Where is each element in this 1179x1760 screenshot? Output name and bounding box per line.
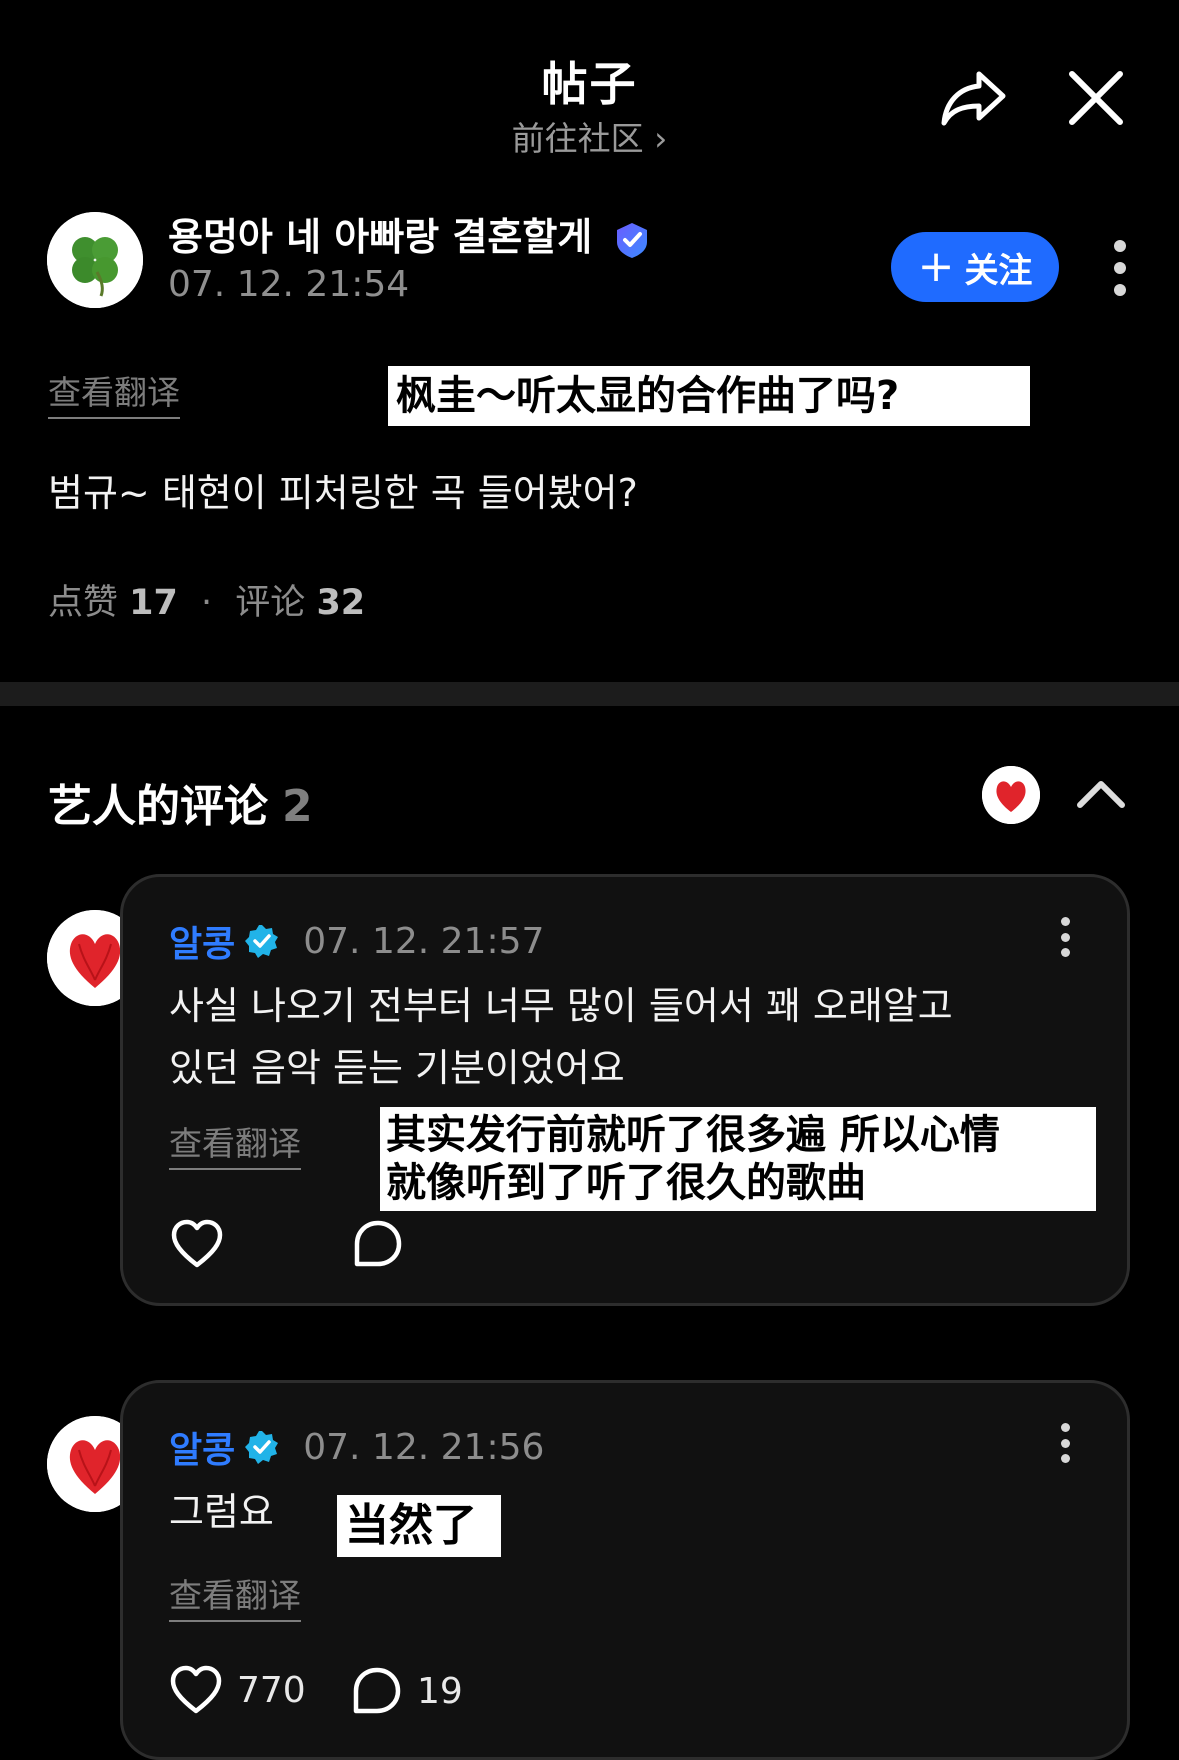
overlay-line: 其实发行前就听了很多遍 所以心情 (386, 1112, 1000, 1158)
see-translation-link[interactable]: 查看翻译 (169, 1569, 301, 1622)
more-dot (1060, 1438, 1070, 1448)
post-text: 범규~ 태현이 피처링한 곡 들어봤어? (48, 471, 638, 515)
more-dot (1114, 284, 1126, 296)
translation-overlay: 当然了 (337, 1495, 501, 1557)
like-button[interactable] (169, 1217, 225, 1271)
comment-card: 알콩 07. 12. 21:57 사실 나오기 전부터 너무 많이 들어서 꽤 … (120, 874, 1130, 1306)
like-count: 770 (237, 1669, 306, 1711)
clover-icon (47, 212, 143, 308)
post-more-button[interactable] (1108, 240, 1132, 296)
comment-bubble-icon (354, 1220, 402, 1267)
comment-more-button[interactable] (1057, 917, 1073, 957)
see-translation-link[interactable]: 查看翻译 (169, 1117, 301, 1170)
overlay-line: 就像听到了听了很久的歌曲 (386, 1160, 866, 1206)
likes-label: 点赞 (48, 583, 119, 623)
share-icon (941, 71, 1006, 126)
translation-overlay: 枫圭～听太显的合作曲了吗? (388, 366, 1030, 426)
comment-card: 알콩 07. 12. 21:56 그럼요 当然了 查看翻译 770 19 (120, 1380, 1130, 1760)
see-translation-link[interactable]: 查看翻译 (48, 366, 180, 419)
author-name: 용멍아 네 아빠랑 결혼할게 (168, 215, 593, 259)
close-icon (1069, 71, 1123, 125)
more-dot (1060, 1454, 1070, 1463)
red-heart-avatar-icon (982, 766, 1040, 824)
reply-count: 19 (417, 1670, 463, 1712)
plus-icon: + (917, 241, 955, 292)
more-dot (1060, 932, 1070, 942)
like-button[interactable]: 770 (169, 1665, 306, 1715)
more-dot (1060, 948, 1070, 957)
comment-time: 07. 12. 21:56 (303, 1426, 545, 1468)
section-count: 2 (282, 781, 313, 832)
comments-count: 32 (316, 583, 366, 623)
reply-button[interactable]: 19 (351, 1665, 463, 1717)
commenter-name[interactable]: 알콩 (169, 915, 235, 967)
comment-text: 사실 나오기 전부터 너무 많이 들어서 꽤 오래알고 있던 음악 듣는 기분이… (169, 975, 953, 1099)
author-name-row[interactable]: 용멍아 네 아빠랑 결혼할게 (168, 206, 651, 261)
section-title: 艺人的评论 (48, 781, 268, 832)
post-time: 07. 12. 21:54 (168, 264, 410, 305)
reply-button[interactable] (351, 1217, 405, 1271)
stats-separator: · (201, 583, 213, 623)
more-vertical-icon (1060, 1423, 1070, 1432)
artist-avatar-small[interactable] (982, 766, 1040, 824)
chevron-right-icon: › (654, 119, 668, 158)
comment-text: 그럼요 (169, 1490, 274, 1534)
artist-comments-title: 艺人的评论 2 (48, 770, 313, 834)
comment-more-button[interactable] (1057, 1423, 1073, 1463)
verified-badge-icon (245, 1431, 279, 1464)
author-avatar[interactable] (47, 212, 143, 308)
comment-text-line: 있던 음악 듣는 기분이었어요 (169, 1046, 625, 1090)
comment-text-line: 사실 나오기 전부터 너무 많이 들어서 꽤 오래알고 (169, 984, 953, 1028)
comments-label: 评论 (235, 583, 306, 623)
heart-icon (171, 1219, 223, 1268)
translation-overlay: 其实发行前就听了很多遍 所以心情 就像听到了听了很久的歌曲 (380, 1107, 1096, 1211)
community-link-label: 前往社区 (511, 119, 644, 158)
more-vertical-icon (1060, 917, 1070, 926)
section-divider (0, 682, 1179, 706)
collapse-button[interactable] (1072, 770, 1130, 818)
commenter-name[interactable]: 알콩 (169, 1421, 235, 1473)
more-vertical-icon (1114, 240, 1126, 252)
likes-count: 17 (129, 583, 178, 623)
post-stats: 点赞 17 · 评论 32 (48, 574, 365, 625)
follow-label: 关注 (964, 250, 1033, 291)
share-button[interactable] (938, 66, 1010, 132)
comment-time: 07. 12. 21:57 (303, 920, 545, 962)
chevron-up-icon (1077, 781, 1125, 808)
close-button[interactable] (1066, 68, 1126, 128)
verified-badge-icon (617, 222, 648, 258)
comment-bubble-icon (353, 1667, 401, 1714)
heart-icon (170, 1665, 222, 1714)
comment-header: 알콩 07. 12. 21:57 (169, 915, 544, 967)
comment-header: 알콩 07. 12. 21:56 (169, 1421, 544, 1473)
verified-badge-icon (245, 925, 279, 958)
more-dot (1114, 262, 1126, 274)
follow-button[interactable]: + 关注 (891, 232, 1059, 302)
